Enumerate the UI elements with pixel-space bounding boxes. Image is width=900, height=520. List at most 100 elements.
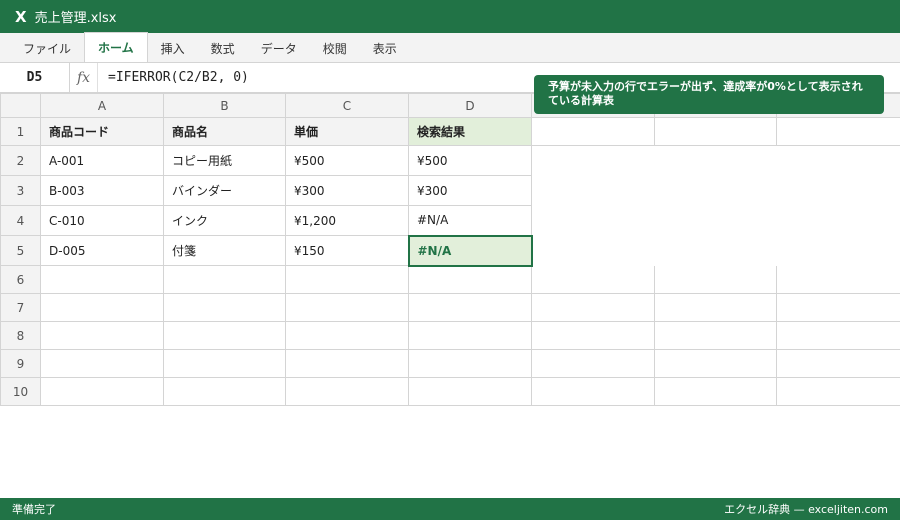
cell[interactable] bbox=[654, 293, 777, 322]
table-row: 3 B-003 バインダー ¥300 ¥300 bbox=[0, 175, 900, 206]
cell[interactable] bbox=[654, 377, 777, 406]
cell[interactable] bbox=[776, 377, 900, 406]
tab-formulas[interactable]: 数式 bbox=[198, 34, 248, 62]
cell[interactable] bbox=[163, 293, 286, 322]
cell-a4[interactable]: C-010 bbox=[40, 205, 164, 236]
cell-b3[interactable]: バインダー bbox=[163, 175, 286, 206]
table-row: 5 D-005 付箋 ¥150 #N/A bbox=[0, 234, 900, 267]
cell-a2[interactable]: A-001 bbox=[40, 145, 164, 176]
cell-b5[interactable]: 付箋 bbox=[163, 235, 286, 266]
name-box[interactable]: D5 bbox=[0, 63, 70, 92]
cell-b1[interactable]: 商品名 bbox=[163, 117, 286, 146]
cell-c2[interactable]: ¥500 bbox=[285, 145, 409, 176]
column-header[interactable]: C bbox=[285, 93, 409, 118]
cell-b2[interactable]: コピー用紙 bbox=[163, 145, 286, 176]
cell[interactable] bbox=[776, 349, 900, 378]
cell-f1[interactable] bbox=[654, 117, 777, 146]
cell-c1[interactable]: 単価 bbox=[285, 117, 409, 146]
cell-c3[interactable]: ¥300 bbox=[285, 175, 409, 206]
cell-c5[interactable]: ¥150 bbox=[285, 235, 409, 266]
cell[interactable] bbox=[531, 321, 655, 350]
row-header[interactable]: 8 bbox=[0, 321, 41, 350]
tab-review[interactable]: 校閲 bbox=[310, 34, 360, 62]
tab-data[interactable]: データ bbox=[248, 34, 310, 62]
cell[interactable] bbox=[654, 321, 777, 350]
cell[interactable] bbox=[408, 265, 532, 294]
cell[interactable] bbox=[531, 349, 655, 378]
cell[interactable] bbox=[776, 293, 900, 322]
cell-a3[interactable]: B-003 bbox=[40, 175, 164, 206]
cell-d5-selected[interactable]: #N/A bbox=[407, 234, 533, 267]
cell[interactable] bbox=[408, 377, 532, 406]
cell-d3[interactable]: ¥300 bbox=[408, 175, 532, 206]
cell-b4[interactable]: インク bbox=[163, 205, 286, 236]
cell[interactable] bbox=[40, 293, 164, 322]
cell-c4[interactable]: ¥1,200 bbox=[285, 205, 409, 236]
ribbon-tabs: ファイル ホーム 挿入 数式 データ 校閲 表示 bbox=[0, 32, 900, 63]
annotation-tooltip: 予算が未入力の行でエラーが出ず、達成率が0%として表示されている計算表 bbox=[534, 75, 884, 114]
cell[interactable] bbox=[285, 349, 409, 378]
column-header[interactable]: B bbox=[163, 93, 286, 118]
spreadsheet-grid: A B C D E F G 1 商品コード 商品名 単価 検索結果 2 A-00… bbox=[0, 93, 900, 406]
row-header[interactable]: 5 bbox=[0, 235, 41, 266]
blank-area bbox=[531, 145, 900, 176]
table-row: 10 bbox=[0, 377, 900, 406]
cell[interactable] bbox=[285, 293, 409, 322]
table-row: 6 bbox=[0, 265, 900, 294]
tab-insert[interactable]: 挿入 bbox=[148, 34, 198, 62]
cell[interactable] bbox=[408, 293, 532, 322]
row-header[interactable]: 4 bbox=[0, 205, 41, 236]
row-header[interactable]: 7 bbox=[0, 293, 41, 322]
cell-d4[interactable]: #N/A bbox=[408, 205, 532, 236]
window-title: 売上管理.xlsx bbox=[34, 11, 117, 26]
row-header[interactable]: 9 bbox=[0, 349, 41, 378]
row-header[interactable]: 1 bbox=[0, 117, 41, 146]
cell-a1[interactable]: 商品コード bbox=[40, 117, 164, 146]
row-header[interactable]: 2 bbox=[0, 145, 41, 176]
row-header[interactable]: 10 bbox=[0, 377, 41, 406]
cell[interactable] bbox=[285, 377, 409, 406]
cell-d2[interactable]: ¥500 bbox=[408, 145, 532, 176]
table-row: 9 bbox=[0, 349, 900, 378]
blank-area bbox=[531, 235, 900, 266]
cell[interactable] bbox=[40, 321, 164, 350]
cell[interactable] bbox=[408, 349, 532, 378]
cell[interactable] bbox=[285, 321, 409, 350]
title-bar: X 売上管理.xlsx bbox=[0, 0, 900, 33]
column-header[interactable]: A bbox=[40, 93, 164, 118]
blank-area bbox=[531, 175, 900, 206]
cell[interactable] bbox=[163, 321, 286, 350]
cell[interactable] bbox=[40, 377, 164, 406]
cell[interactable] bbox=[776, 321, 900, 350]
table-row: 7 bbox=[0, 293, 900, 322]
cell[interactable] bbox=[163, 265, 286, 294]
cell[interactable] bbox=[654, 265, 777, 294]
tab-view[interactable]: 表示 bbox=[360, 34, 410, 62]
table-row: 2 A-001 コピー用紙 ¥500 ¥500 bbox=[0, 145, 900, 176]
formula-input[interactable]: =IFERROR(C2/B2, 0) bbox=[98, 70, 249, 85]
cell[interactable] bbox=[163, 377, 286, 406]
fx-icon[interactable]: fx bbox=[70, 63, 98, 92]
cell[interactable] bbox=[163, 349, 286, 378]
row-header[interactable]: 3 bbox=[0, 175, 41, 206]
row-header[interactable]: 6 bbox=[0, 265, 41, 294]
corner-cell[interactable] bbox=[0, 93, 41, 118]
cell[interactable] bbox=[654, 349, 777, 378]
cell[interactable] bbox=[531, 293, 655, 322]
cell-a5[interactable]: D-005 bbox=[40, 235, 164, 266]
cell[interactable] bbox=[531, 377, 655, 406]
cell[interactable] bbox=[40, 349, 164, 378]
cell[interactable] bbox=[285, 265, 409, 294]
status-bar: 準備完了 エクセル辞典 — exceljiten.com bbox=[0, 498, 900, 520]
tab-file[interactable]: ファイル bbox=[10, 34, 84, 62]
column-header[interactable]: D bbox=[408, 93, 532, 118]
cell[interactable] bbox=[408, 321, 532, 350]
cell-d1[interactable]: 検索結果 bbox=[408, 117, 532, 146]
cell-e1[interactable] bbox=[531, 117, 655, 146]
cell[interactable] bbox=[40, 265, 164, 294]
cell[interactable] bbox=[531, 265, 655, 294]
tab-home[interactable]: ホーム bbox=[84, 32, 148, 62]
cell[interactable] bbox=[776, 265, 900, 294]
table-row: 8 bbox=[0, 321, 900, 350]
cell-g1[interactable] bbox=[776, 117, 900, 146]
